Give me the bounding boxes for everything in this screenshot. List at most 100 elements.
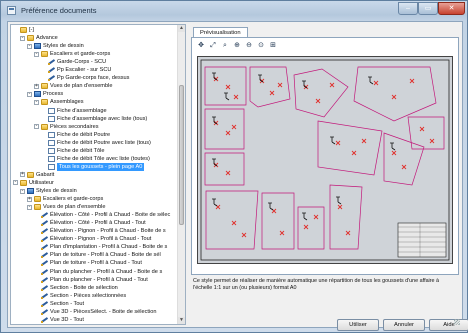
collapse-icon[interactable]: - [13,180,18,186]
zoom-extents-icon[interactable]: ⊞ [268,41,278,50]
document-tree[interactable]: [-] - Advance - Styles de dessin - Escaliers e… [10,24,186,325]
tree-item[interactable]: - Styles de dessin [20,187,77,195]
tree-item-label: Section - Tout [50,300,85,307]
tree-item[interactable]: Section - Pièces sélectionnées [34,292,126,300]
tree-item-label: Fiche de débit Poutre [57,131,111,138]
zoom-in-icon[interactable]: ⊕ [232,41,242,50]
preview-panel: ✥ ⤢ ⌕ ⊕ ⊖ ⊙ ⊞ [191,37,459,275]
collapse-icon[interactable]: - [27,91,32,97]
drawing-style-icon [41,212,48,219]
collapse-icon[interactable]: - [27,204,32,210]
tree-item[interactable]: Fiche d'assemblage [41,107,107,115]
drawing-style-icon [41,244,48,251]
tree-item[interactable]: - Escaliers et garde-corps [34,50,110,58]
preview-canvas[interactable] [197,56,453,264]
collapse-icon[interactable]: - [20,188,25,194]
zoom-window-icon[interactable]: ⤢ [208,41,218,50]
tree-item[interactable]: Section - Boite de sélection [34,284,118,292]
tree-item[interactable]: Plan d'implantation - Profil à Chaud - B… [34,243,167,251]
tree-item[interactable]: Élévation - Pignon - Profil à Chaud - To… [34,235,151,243]
blue-box-icon [27,188,34,194]
tree-item[interactable]: + Escaliers et garde-corps [27,195,103,203]
tree-item[interactable]: - Utilisateur [13,179,54,187]
tree-item[interactable]: - Pièces secondaires [34,123,99,131]
tree-item[interactable]: Vue 3D - Tout [34,316,84,324]
document-icon [48,147,55,154]
drawing-style-icon [48,67,55,74]
folder-icon [34,204,41,211]
tree-item-label: Pièces secondaires [50,123,99,130]
zoom-out-icon[interactable]: ⊖ [244,41,254,50]
tree-item[interactable]: Fiche d'assemblage avec liste (tous) [41,115,147,123]
tree-item[interactable]: Plan de toiture - Profil à Chaud - Tout [34,259,142,267]
collapse-icon[interactable]: - [34,99,39,105]
tree-item-label: Fiche d'assemblage avec liste (tous) [57,115,148,122]
tree-item[interactable]: Élévation - Côté - Profil à Chaud - Tout [34,219,146,227]
tree-item-label: Élévation - Pignon - Profil à Chaud - Bo… [50,228,166,235]
maximize-button[interactable]: ▭ [418,2,438,15]
tree-item[interactable]: Garde-Corps - SCU [41,58,106,66]
tree-item[interactable]: Section - Tout [34,300,84,308]
tree-item[interactable]: - Assemblages [34,98,84,106]
collapse-icon[interactable]: - [34,124,39,130]
tree-item[interactable]: Élévation - Pignon - Profil à Chaud - Bo… [34,227,166,235]
help-button[interactable]: Aide [429,319,468,331]
tree-item[interactable]: Vue 3D - PiècesSélect. - Boite de sélect… [34,308,156,316]
minimize-button[interactable]: – [398,2,418,15]
drawing-style-icon [41,220,48,227]
title-bar[interactable]: Préférence documents – ▭ ✕ [1,1,467,21]
gusset-label-mark [390,142,396,151]
tree-item[interactable]: Pp Escalier - sur SCU [41,66,111,74]
expand-icon[interactable]: + [20,172,25,178]
tree-item[interactable]: - Vues de plan d'ensemble [27,203,105,211]
collapse-icon[interactable]: - [20,35,25,41]
tree-item[interactable]: Fiche de débit Tôle avec liste (toutes) [41,155,150,163]
close-button[interactable]: ✕ [438,2,465,15]
tree-item-label: Plan d'implantation - Profil à Chaud - B… [50,244,168,251]
tree-item[interactable]: Tous les goussets - plein page A0 [41,162,145,171]
cancel-button[interactable]: Annuler [383,319,425,331]
tree-item[interactable]: - Styles de dessin [27,42,84,50]
tree-item-label: Vues de plan d'ensemble [50,83,113,90]
gusset-outline [317,120,383,176]
expand-icon[interactable]: + [27,196,32,202]
resize-grip-icon[interactable] [454,319,460,325]
scroll-up-arrow-icon[interactable]: ▲ [178,25,185,32]
tree-item[interactable]: Fiche de débit Tôle [41,147,104,155]
collapse-icon[interactable]: - [27,43,32,49]
tree-item[interactable]: - Process [27,90,63,98]
tree-item-label: Gabarit [36,171,55,178]
gusset-label-mark [330,136,336,145]
expand-icon[interactable]: + [34,83,39,89]
tree-item[interactable]: Plan du plancher - Profil à Chaud - Tout [34,276,148,284]
drawing-style-icon [48,75,55,82]
use-button[interactable]: Utiliser [337,319,379,331]
zoom-realtime-icon[interactable]: ⌕ [220,41,230,50]
gusset-label-mark [302,212,308,221]
scroll-down-arrow-icon[interactable]: ▼ [178,317,185,324]
tree-item[interactable]: + Gabarit [20,171,54,179]
window-title: Préférence documents [21,6,97,15]
scroll-thumb[interactable] [179,85,184,225]
tree-item-label: Escaliers et garde-corps [43,196,104,203]
tree-item-label: Fiche de débit Poutre avec liste (tous) [57,139,151,146]
blue-box-icon [34,43,41,50]
drawing-style-icon [41,293,48,299]
tree-item-label: Vue 3D - PiècesSélect. - Boite de sélect… [50,308,157,315]
zoom-all-icon[interactable]: ⊙ [256,41,266,50]
tree-item[interactable]: Fiche de débit Poutre [41,131,110,139]
tree-item[interactable]: Fiche de débit Poutre avec liste (tous) [41,139,151,147]
collapse-icon[interactable]: - [34,51,39,57]
tree-item[interactable]: + Vues de plan d'ensemble [34,82,112,90]
zoom-pan-icon[interactable]: ✥ [196,41,206,50]
tree-item-label: Escaliers et garde-corps [50,51,111,58]
gusset-label-mark [336,196,342,205]
tree-item[interactable]: Plan de toiture - Profil à Chaud - Boite… [34,251,161,259]
gusset-outline [204,108,245,150]
tree-item[interactable]: Élévation - Côté - Profil à Chaud - Boit… [34,211,170,219]
tree-item[interactable]: - Advance [20,34,58,42]
tree-item[interactable]: Pp Garde-corps face, dessus [41,74,129,82]
tree-item[interactable]: Plan du plancher - Profil à Chaud - Boit… [34,268,162,276]
tree-scrollbar[interactable]: ▲ ▼ [177,25,185,324]
tree-item[interactable]: [-] [13,26,34,34]
